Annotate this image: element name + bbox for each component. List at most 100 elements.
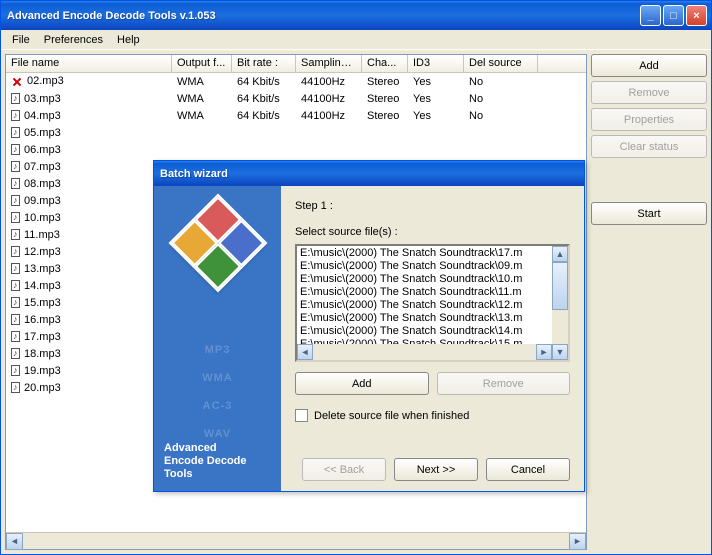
listbox-scroll-left[interactable]: ◄ bbox=[297, 344, 313, 360]
minimize-icon: _ bbox=[647, 10, 653, 22]
list-item[interactable]: E:\music\(2000) The Snatch Soundtrack\13… bbox=[297, 312, 552, 325]
header-bitrate[interactable]: Bit rate : bbox=[232, 55, 296, 72]
listbox-scroll-thumb[interactable] bbox=[552, 262, 568, 310]
header-id3[interactable]: ID3 bbox=[408, 55, 464, 72]
delete-source-checkbox[interactable] bbox=[295, 409, 308, 422]
wizard-titlebar[interactable]: Batch wizard bbox=[154, 161, 584, 186]
wizard-cancel-button[interactable]: Cancel bbox=[486, 458, 570, 481]
cell-output: WMA bbox=[172, 109, 232, 123]
table-row[interactable]: 04.mp3WMA64 Kbit/s44100HzStereoYesNo bbox=[6, 107, 586, 124]
cell-sampling: 44100Hz bbox=[296, 75, 362, 89]
audio-file-icon bbox=[11, 127, 20, 138]
maximize-button[interactable]: □ bbox=[663, 5, 684, 26]
listbox-scroll-right[interactable]: ► bbox=[536, 344, 552, 360]
list-item[interactable]: E:\music\(2000) The Snatch Soundtrack\09… bbox=[297, 260, 552, 273]
main-window: Advanced Encode Decode Tools v.1.053 _ □… bbox=[0, 0, 712, 555]
source-files-listbox[interactable]: E:\music\(2000) The Snatch Soundtrack\17… bbox=[295, 244, 570, 362]
cell-delsource: No bbox=[464, 75, 538, 89]
cell-channels bbox=[362, 149, 408, 151]
cell-sampling bbox=[296, 132, 362, 134]
list-item[interactable]: E:\music\(2000) The Snatch Soundtrack\17… bbox=[297, 247, 552, 260]
scroll-right-button[interactable]: ► bbox=[569, 533, 586, 550]
audio-file-icon bbox=[11, 110, 20, 121]
wizard-next-button[interactable]: Next >> bbox=[394, 458, 478, 481]
file-table-header: File name Output f... Bit rate : Samplin… bbox=[6, 55, 586, 73]
cell-filename: 07.mp3 bbox=[24, 161, 61, 173]
cell-delsource bbox=[464, 132, 538, 134]
work-area: File name Output f... Bit rate : Samplin… bbox=[1, 50, 711, 554]
audio-file-icon bbox=[11, 297, 20, 308]
cell-filename: 17.mp3 bbox=[24, 331, 61, 343]
cell-delsource bbox=[464, 149, 538, 151]
listbox-hscroll[interactable]: ◄ ► bbox=[297, 344, 552, 360]
header-output[interactable]: Output f... bbox=[172, 55, 232, 72]
table-row[interactable]: 03.mp3WMA64 Kbit/s44100HzStereoYesNo bbox=[6, 90, 586, 107]
start-button[interactable]: Start bbox=[591, 202, 707, 225]
audio-file-icon bbox=[11, 195, 20, 206]
table-row[interactable]: 05.mp3 bbox=[6, 124, 586, 141]
cell-filename: 02.mp3 bbox=[27, 75, 64, 87]
audio-file-icon bbox=[11, 212, 20, 223]
cell-channels: Stereo bbox=[362, 92, 408, 106]
header-sampling[interactable]: Sampling... bbox=[296, 55, 362, 72]
properties-button: Properties bbox=[591, 108, 707, 131]
cell-filename: 11.mp3 bbox=[24, 229, 60, 241]
wizard-title: Batch wizard bbox=[160, 168, 580, 180]
window-title: Advanced Encode Decode Tools v.1.053 bbox=[7, 10, 640, 22]
list-item[interactable]: E:\music\(2000) The Snatch Soundtrack\10… bbox=[297, 273, 552, 286]
cell-filename: 14.mp3 bbox=[24, 280, 61, 292]
minimize-button[interactable]: _ bbox=[640, 5, 661, 26]
audio-file-icon bbox=[11, 178, 20, 189]
cell-filename: 09.mp3 bbox=[24, 195, 61, 207]
wizard-add-button[interactable]: Add bbox=[295, 372, 429, 395]
wizard-remove-button: Remove bbox=[437, 372, 571, 395]
cell-channels: Stereo bbox=[362, 109, 408, 123]
header-delsource[interactable]: Del source bbox=[464, 55, 538, 72]
wizard-step-label: Step 1 : bbox=[295, 200, 570, 212]
table-row[interactable]: 02.mp3WMA64 Kbit/s44100HzStereoYesNo bbox=[6, 73, 586, 90]
list-item[interactable]: E:\music\(2000) The Snatch Soundtrack\12… bbox=[297, 299, 552, 312]
menu-file[interactable]: File bbox=[5, 32, 37, 48]
cell-bitrate bbox=[232, 132, 296, 134]
menu-preferences[interactable]: Preferences bbox=[37, 32, 110, 48]
menu-help[interactable]: Help bbox=[110, 32, 147, 48]
cell-filename: 06.mp3 bbox=[24, 144, 61, 156]
cell-id3: Yes bbox=[408, 92, 464, 106]
header-filename[interactable]: File name bbox=[6, 55, 172, 72]
list-item[interactable]: E:\music\(2000) The Snatch Soundtrack\14… bbox=[297, 325, 552, 338]
clear-status-button: Clear status bbox=[591, 135, 707, 158]
cell-bitrate: 64 Kbit/s bbox=[232, 109, 296, 123]
listbox-scroll-up[interactable]: ▲ bbox=[552, 246, 568, 262]
horizontal-scrollbar[interactable]: ◄ ► bbox=[6, 532, 586, 549]
listbox-scroll-down[interactable]: ▼ bbox=[552, 344, 568, 360]
listbox-vscroll[interactable]: ▲ ▼ bbox=[552, 246, 568, 360]
table-row[interactable]: 06.mp3 bbox=[6, 141, 586, 158]
cell-filename: 16.mp3 bbox=[24, 314, 61, 326]
cell-output bbox=[172, 149, 232, 151]
cell-id3 bbox=[408, 149, 464, 151]
logo-diamond-icon bbox=[171, 196, 264, 289]
add-button[interactable]: Add bbox=[591, 54, 707, 77]
error-icon bbox=[11, 76, 23, 88]
header-channels[interactable]: Cha... bbox=[362, 55, 408, 72]
audio-file-icon bbox=[11, 314, 20, 325]
audio-file-icon bbox=[11, 263, 20, 274]
menubar: File Preferences Help bbox=[1, 30, 711, 50]
cell-filename: 12.mp3 bbox=[24, 246, 61, 258]
cell-id3: Yes bbox=[408, 75, 464, 89]
wizard-product-name: Advanced Encode Decode Tools bbox=[164, 442, 271, 481]
cell-bitrate bbox=[232, 149, 296, 151]
list-item[interactable]: E:\music\(2000) The Snatch Soundtrack\11… bbox=[297, 286, 552, 299]
side-panel: Add Remove Properties Clear status Start bbox=[591, 54, 707, 550]
cell-sampling bbox=[296, 149, 362, 151]
cell-sampling: 44100Hz bbox=[296, 92, 362, 106]
cell-filename: 03.mp3 bbox=[24, 93, 61, 105]
audio-file-icon bbox=[11, 161, 20, 172]
close-button[interactable]: × bbox=[686, 5, 707, 26]
titlebar[interactable]: Advanced Encode Decode Tools v.1.053 _ □… bbox=[1, 1, 711, 30]
audio-file-icon bbox=[11, 348, 20, 359]
audio-file-icon bbox=[11, 331, 20, 342]
wizard-back-button: << Back bbox=[302, 458, 386, 481]
cell-filename: 19.mp3 bbox=[24, 365, 61, 377]
scroll-left-button[interactable]: ◄ bbox=[6, 533, 23, 550]
